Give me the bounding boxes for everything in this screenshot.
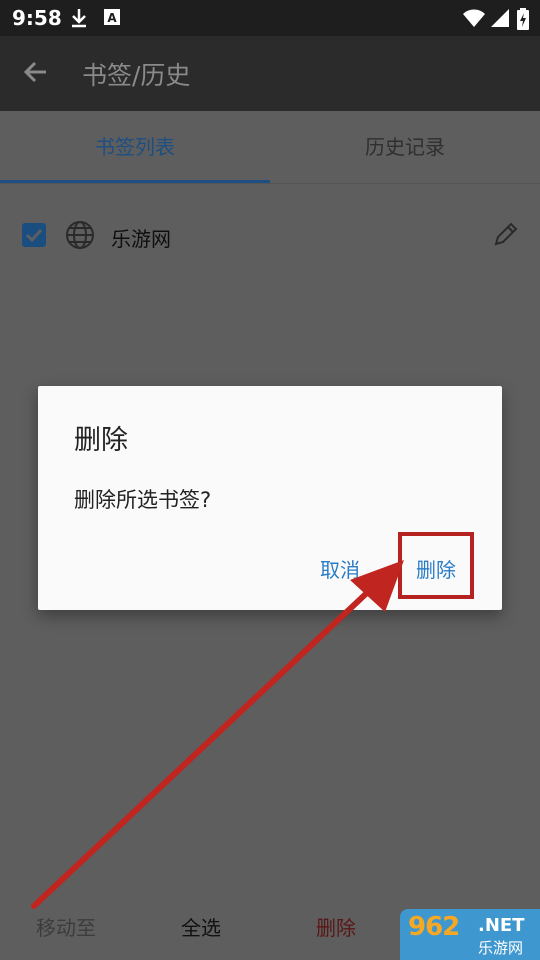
- delete-button[interactable]: 删除: [316, 912, 356, 941]
- svg-text:A: A: [107, 11, 117, 25]
- cancel-button[interactable]: 取消: [320, 554, 360, 583]
- back-arrow-icon[interactable]: [20, 56, 52, 92]
- battery-icon: [517, 8, 529, 34]
- signal-icon: [490, 8, 510, 32]
- page-title: 书签/历史: [82, 61, 191, 90]
- a-badge-icon: A: [103, 8, 121, 30]
- dialog-title: 删除: [74, 425, 128, 456]
- annotation-highlight-box: [398, 532, 474, 599]
- download-icon: [70, 8, 88, 32]
- globe-icon: [64, 219, 96, 255]
- bookmark-title: 乐游网: [111, 227, 171, 251]
- watermark-text: 乐游网: [478, 939, 524, 957]
- wifi-icon: [462, 8, 486, 32]
- watermark-logo: 962 .NET 乐游网: [400, 909, 540, 960]
- dialog-message: 删除所选书签?: [74, 488, 212, 512]
- select-all-button[interactable]: 全选: [181, 912, 221, 941]
- status-time: 9:58: [12, 6, 62, 30]
- pencil-icon[interactable]: [492, 220, 520, 252]
- watermark-number: 962: [408, 912, 460, 942]
- tab-history[interactable]: 历史记录: [270, 111, 540, 183]
- tab-bar: 书签列表 历史记录: [0, 111, 540, 183]
- status-bar: 9:58 A: [0, 0, 540, 36]
- list-item[interactable]: 乐游网: [0, 206, 540, 266]
- tab-bookmarks[interactable]: 书签列表: [0, 111, 270, 183]
- app-bar: 书签/历史: [0, 36, 540, 111]
- watermark-net: .NET: [478, 915, 525, 936]
- move-to-button[interactable]: 移动至: [36, 912, 96, 941]
- bookmark-checkbox[interactable]: [22, 223, 46, 247]
- tab-divider: [0, 183, 540, 184]
